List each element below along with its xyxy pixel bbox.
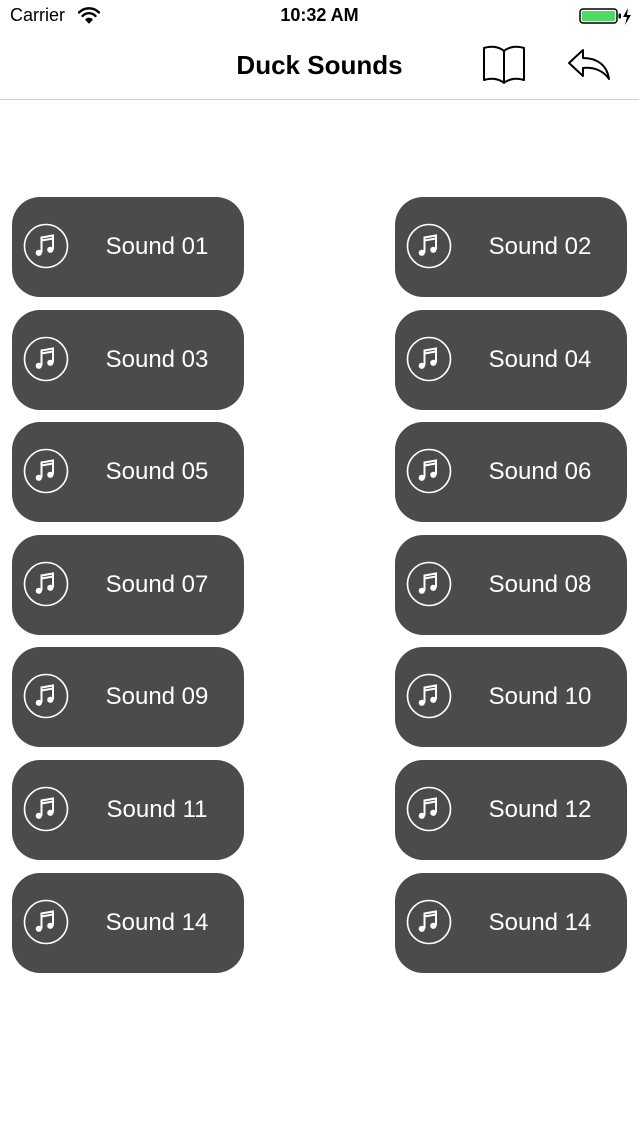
- sound-button-label: Sound 09: [105, 683, 209, 710]
- sound-button[interactable]: Sound 03: [12, 310, 244, 410]
- sound-button-label: Sound 10: [488, 683, 592, 710]
- music-note-icon: [23, 223, 69, 269]
- sound-button[interactable]: Sound 14: [12, 873, 244, 973]
- sound-button[interactable]: Sound 02: [395, 197, 627, 297]
- music-note-icon: [406, 223, 452, 269]
- sound-button[interactable]: Sound 11: [12, 760, 244, 860]
- status-time: 10:32 AM: [280, 5, 359, 25]
- sound-button-label: Sound 14: [488, 909, 592, 936]
- sound-button-label: Sound 11: [106, 796, 208, 823]
- music-note-icon: [406, 448, 452, 494]
- music-note-icon: [406, 786, 452, 832]
- sound-button-label: Sound 02: [488, 233, 592, 260]
- sound-button-label: Sound 07: [105, 571, 209, 598]
- book-button[interactable]: [481, 43, 527, 85]
- sound-button-label: Sound 12: [488, 796, 592, 823]
- music-note-icon: [23, 673, 69, 719]
- music-note-icon: [406, 899, 452, 945]
- reply-arrow-icon: [568, 49, 610, 80]
- sound-button[interactable]: Sound 10: [395, 647, 627, 747]
- music-note-icon: [406, 561, 452, 607]
- sound-button-label: Sound 01: [105, 233, 209, 260]
- sound-button-label: Sound 05: [105, 458, 209, 485]
- sound-button[interactable]: Sound 12: [395, 760, 627, 860]
- sound-button[interactable]: Sound 14: [395, 873, 627, 973]
- sound-button[interactable]: Sound 04: [395, 310, 627, 410]
- sound-button-label: Sound 08: [488, 571, 592, 598]
- sound-button[interactable]: Sound 06: [395, 422, 627, 522]
- sound-button[interactable]: Sound 01: [12, 197, 244, 297]
- navigation-bar: Duck Sounds: [0, 34, 639, 100]
- sound-button-label: Sound 03: [105, 346, 209, 373]
- sound-button[interactable]: Sound 05: [12, 422, 244, 522]
- sound-button[interactable]: Sound 08: [395, 535, 627, 635]
- music-note-icon: [23, 448, 69, 494]
- page-title: Duck Sounds: [236, 50, 403, 80]
- sound-button[interactable]: Sound 07: [12, 535, 244, 635]
- book-icon: [483, 45, 525, 84]
- sound-button-label: Sound 14: [105, 909, 209, 936]
- reply-share-button[interactable]: [566, 46, 612, 82]
- status-bar: Carrier 10:32 AM: [0, 0, 639, 34]
- sound-button-label: Sound 04: [488, 346, 592, 373]
- music-note-icon: [23, 561, 69, 607]
- music-note-icon: [23, 899, 69, 945]
- sound-button-label: Sound 06: [488, 458, 592, 485]
- music-note-icon: [23, 336, 69, 382]
- music-note-icon: [23, 786, 69, 832]
- music-note-icon: [406, 673, 452, 719]
- battery-charging-icon: [579, 7, 633, 32]
- music-note-icon: [406, 336, 452, 382]
- sound-button[interactable]: Sound 09: [12, 647, 244, 747]
